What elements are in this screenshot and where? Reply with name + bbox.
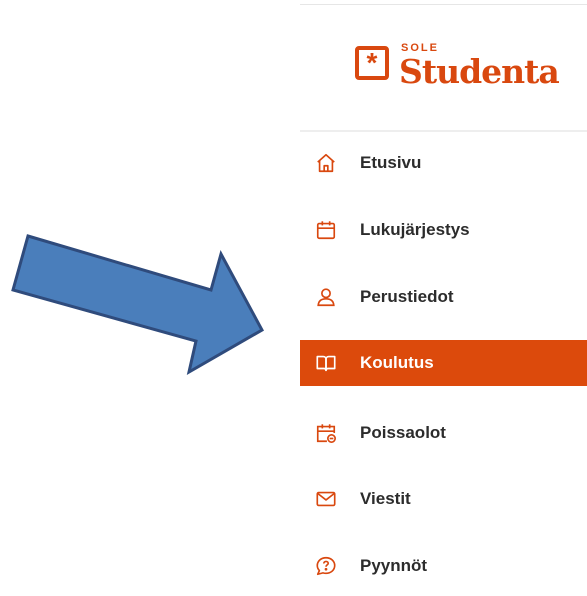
sidebar-item-label: Poissaolot (360, 423, 446, 442)
sidebar-item-label: Lukujärjestys (360, 220, 470, 239)
sidebar-item-lukujarjestys[interactable]: Lukujärjestys (300, 207, 587, 253)
sidebar-item-label: Perustiedot (360, 287, 454, 306)
user-icon (314, 285, 338, 309)
brand-name: Studenta (399, 52, 560, 91)
calendar-icon (314, 218, 338, 242)
question-bubble-icon (314, 554, 338, 578)
sidebar-item-perustiedot[interactable]: Perustiedot (300, 274, 587, 320)
sidebar-item-viestit[interactable]: Viestit (300, 476, 587, 522)
sidebar-item-label: Viestit (360, 489, 411, 508)
home-icon (314, 151, 338, 175)
brand-mark-icon: * (355, 46, 389, 80)
sidebar: * SOLE Studenta Etusivu Lukujärjestys Pe… (300, 0, 587, 596)
calendar-absence-icon (314, 421, 338, 445)
brand-logo[interactable]: * SOLE Studenta (355, 42, 560, 92)
sidebar-item-etusivu[interactable]: Etusivu (300, 140, 587, 186)
book-icon (314, 351, 338, 375)
sidebar-item-label: Pyynnöt (360, 556, 428, 575)
sidebar-item-pyynnot[interactable]: Pyynnöt (300, 543, 587, 589)
sidebar-item-label: Koulutus (360, 353, 434, 372)
mail-icon (314, 487, 338, 511)
right-arrow-icon (11, 234, 265, 376)
sidebar-item-label: Etusivu (360, 153, 422, 172)
sidebar-item-poissaolot[interactable]: Poissaolot (300, 410, 587, 456)
top-divider (300, 4, 587, 5)
sidebar-item-koulutus[interactable]: Koulutus (300, 340, 587, 386)
logo-divider (300, 130, 587, 132)
